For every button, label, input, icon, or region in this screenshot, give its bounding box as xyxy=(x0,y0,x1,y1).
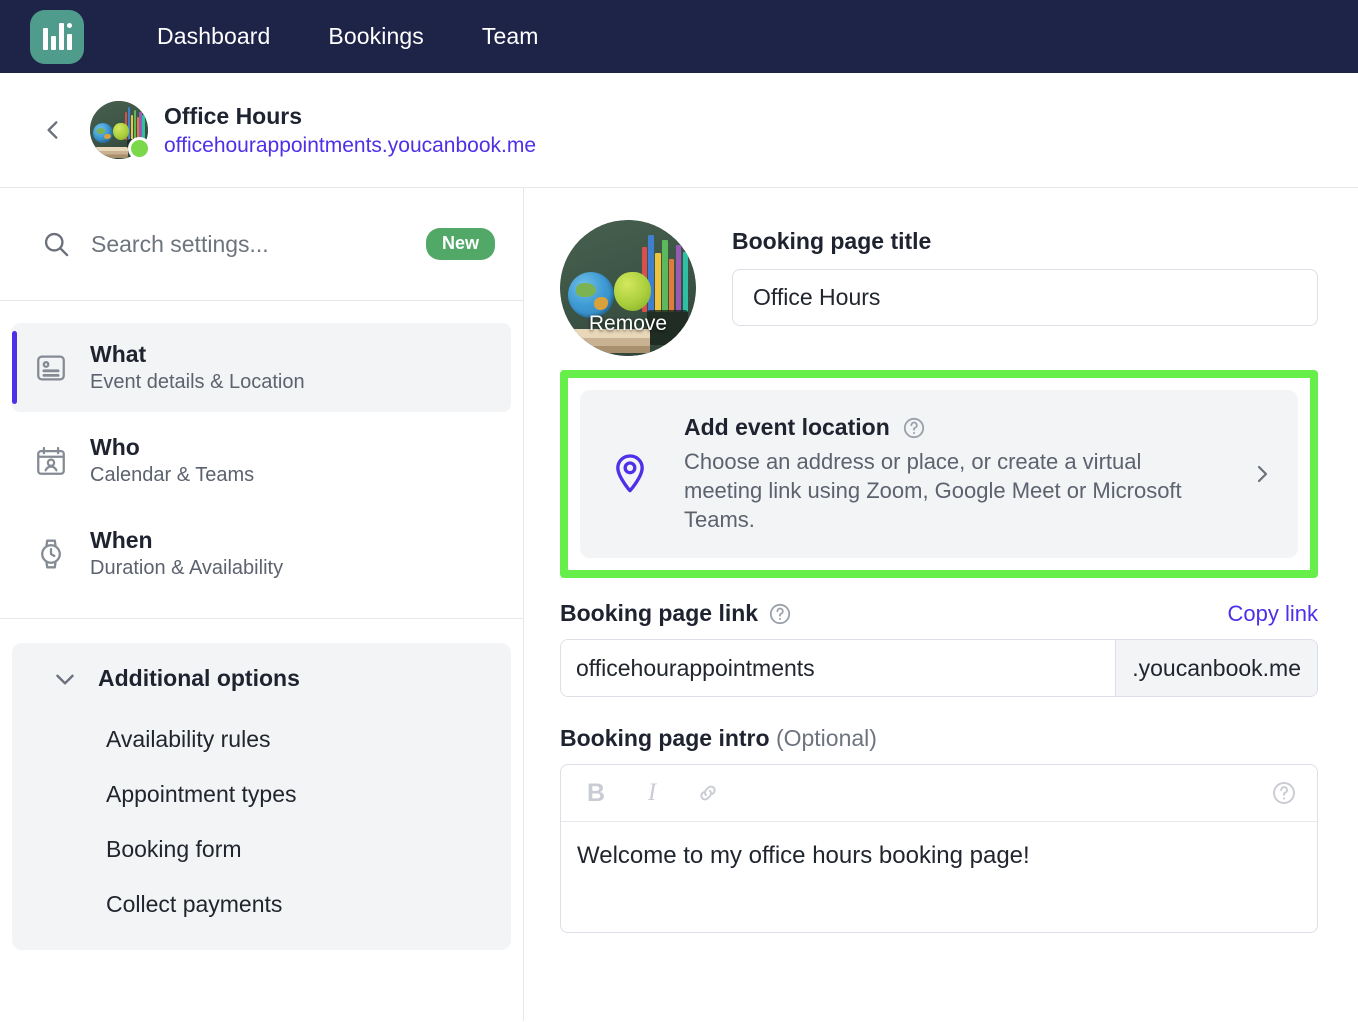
booking-page-link-label: Booking page link xyxy=(560,600,759,627)
add-event-location-text: Add event location Choose an address or … xyxy=(684,414,1216,534)
logo-bar-4 xyxy=(66,22,72,50)
nav-link-team[interactable]: Team xyxy=(453,23,568,50)
booking-page-title-input[interactable] xyxy=(732,269,1318,326)
sidebar-item-when-title: When xyxy=(90,527,153,553)
sidebar-item-who-title: Who xyxy=(90,434,140,460)
nav-links: Dashboard Bookings Team xyxy=(128,23,568,50)
calendar-person-icon xyxy=(37,446,65,475)
link-icon xyxy=(700,785,716,801)
booking-page-avatar[interactable]: Remove xyxy=(560,220,696,356)
additional-options-title: Additional options xyxy=(98,665,300,691)
title-row: Remove Booking page title xyxy=(560,206,1318,356)
sidebar-nav-section: What Event details & Location Who Calend… xyxy=(0,301,523,598)
sidebar-item-appointment-types[interactable]: Appointment types xyxy=(12,767,511,822)
settings-sidebar: Search settings... New What Event detail… xyxy=(0,188,524,1021)
booking-page-intro-editor: B I Welcome to my office hours booking p… xyxy=(560,764,1318,934)
bold-button[interactable]: B xyxy=(583,779,609,808)
add-event-location-title-row: Add event location xyxy=(684,414,1216,441)
header-avatar[interactable] xyxy=(90,101,151,160)
sidebar-item-availability-rules[interactable]: Availability rules xyxy=(12,712,511,767)
booking-page-link-input-group: .youcanbook.me xyxy=(560,639,1318,698)
add-event-location-highlight: Add event location Choose an address or … xyxy=(560,370,1318,579)
booking-page-title-label: Booking page title xyxy=(732,228,932,254)
add-event-location-title: Add event location xyxy=(684,414,890,440)
booking-page-link-section: Booking page link Copy link .youcanbook.… xyxy=(560,600,1318,698)
help-circle-icon[interactable] xyxy=(1271,780,1297,806)
booking-page-title-field: Booking page title xyxy=(732,206,1318,326)
watch-icon xyxy=(41,539,61,568)
main-content: Remove Booking page title Add event loca… xyxy=(524,188,1358,1021)
booking-page-link-input[interactable] xyxy=(561,640,1116,697)
search-input[interactable]: Search settings... xyxy=(91,231,426,258)
help-circle-icon[interactable] xyxy=(902,416,926,440)
sidebar-item-when[interactable]: When Duration & Availability xyxy=(12,509,511,598)
add-event-location-description: Choose an address or place, or create a … xyxy=(684,449,1182,533)
page-header: Office Hours officehourappointments.youc… xyxy=(0,73,1358,188)
logo-bar-2 xyxy=(50,35,56,50)
logo-bar-3 xyxy=(58,22,64,50)
contact-card-icon xyxy=(37,355,65,380)
booking-page-intro-label-row: Booking page intro (Optional) xyxy=(560,725,1318,752)
chevron-right-icon[interactable] xyxy=(1250,462,1274,486)
sidebar-divider xyxy=(0,618,523,619)
nav-link-dashboard[interactable]: Dashboard xyxy=(128,23,299,50)
help-circle-icon[interactable] xyxy=(768,602,792,626)
nav-link-bookings[interactable]: Bookings xyxy=(299,23,452,50)
link-button[interactable] xyxy=(695,780,721,806)
chevron-down-icon xyxy=(56,674,74,685)
sidebar-item-what-title: What xyxy=(90,341,147,367)
logo-bar-1 xyxy=(42,27,48,50)
add-event-location-card[interactable]: Add event location Choose an address or … xyxy=(580,390,1298,559)
booking-page-link-suffix: .youcanbook.me xyxy=(1115,640,1317,697)
top-navbar: Dashboard Bookings Team xyxy=(0,0,1358,73)
sidebar-item-collect-payments[interactable]: Collect payments xyxy=(12,877,511,932)
search-icon xyxy=(44,232,69,257)
booking-page-link-header: Booking page link Copy link xyxy=(560,600,1318,627)
remove-photo-button[interactable]: Remove xyxy=(560,312,696,336)
sidebar-item-what[interactable]: What Event details & Location xyxy=(12,323,511,412)
header-text: Office Hours officehourappointments.youc… xyxy=(164,103,536,158)
page-title: Office Hours xyxy=(164,102,303,129)
booking-page-intro-label: Booking page intro xyxy=(560,725,770,752)
booking-page-intro-text[interactable]: Welcome to my office hours booking page! xyxy=(561,822,1317,932)
editor-toolbar: B I xyxy=(561,765,1317,823)
status-dot-online xyxy=(128,137,151,160)
sidebar-item-who[interactable]: Who Calendar & Teams xyxy=(12,416,511,505)
new-badge[interactable]: New xyxy=(425,228,495,260)
booking-page-intro-optional: (Optional) xyxy=(775,725,877,752)
sidebar-item-booking-form[interactable]: Booking form xyxy=(12,822,511,877)
sidebar-item-who-subtitle: Calendar & Teams xyxy=(90,464,255,486)
booking-page-url-link[interactable]: officehourappointments.youcanbook.me xyxy=(164,134,536,158)
map-pin-icon xyxy=(616,454,644,493)
sidebar-item-what-subtitle: Event details & Location xyxy=(90,371,305,393)
italic-button[interactable]: I xyxy=(639,779,665,807)
youcanbookme-logo[interactable] xyxy=(30,9,84,64)
search-settings-row[interactable]: Search settings... New xyxy=(0,188,523,301)
booking-page-link-label-row: Booking page link xyxy=(560,600,792,627)
additional-options-header[interactable]: Additional options xyxy=(12,665,511,692)
copy-link-button[interactable]: Copy link xyxy=(1228,601,1318,627)
additional-options-card: Additional options Availability rules Ap… xyxy=(12,643,511,950)
chevron-left-icon[interactable] xyxy=(40,117,66,143)
booking-page-intro-section: Booking page intro (Optional) B I Welcom… xyxy=(560,725,1318,934)
sidebar-item-when-subtitle: Duration & Availability xyxy=(90,557,284,579)
